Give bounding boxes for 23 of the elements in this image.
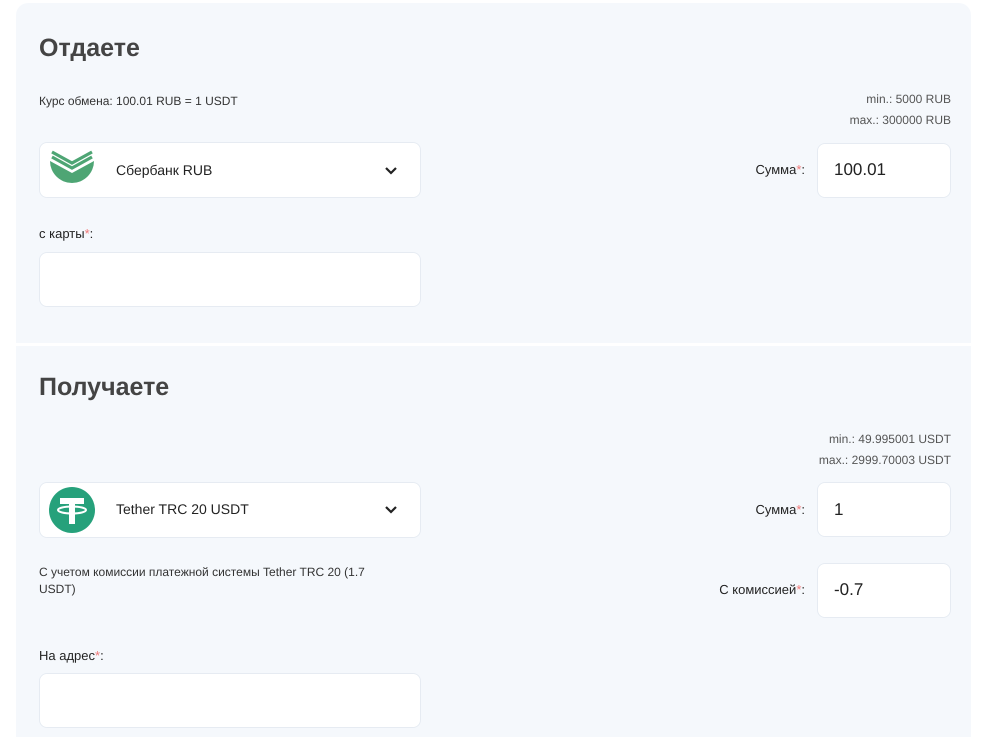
limit-text: min.: 49.995001 USDT [828, 430, 951, 448]
commission-note: С учетом комиссии платежной системы Tether TRC 20 (1.7 USDT) [39, 564, 366, 598]
limit-text: max.: 2999.70003 USDT [818, 452, 951, 468]
currency-select[interactable]: Tether TRC 20 USDT [39, 482, 421, 538]
field-label: Сумма*: [755, 500, 805, 519]
chevron-down-icon [384, 505, 398, 514]
chevron-down-icon [384, 166, 398, 174]
limit-text: min.: 5000 RUB [866, 91, 951, 108]
section-heading: Получаете [39, 372, 170, 402]
amount-field[interactable]: 1 [817, 482, 951, 537]
field-label: с карты*: [39, 225, 94, 243]
field-label: С комиссией*: [719, 581, 805, 600]
currency-select[interactable]: Сбербанк RUB [39, 142, 421, 198]
section-heading: Отдаете [39, 33, 141, 64]
field-label: Сумма*: [755, 161, 805, 180]
input-field[interactable] [39, 252, 421, 306]
amount-field[interactable]: -0.7 [817, 562, 951, 618]
field-label: На адрес*: [39, 646, 105, 665]
amount-field[interactable]: 100.01 [817, 142, 951, 198]
limit-text: max.: 300000 RUB [850, 112, 951, 129]
exchange-rate: Курс обмена: 100.01 RUB = 1 USDT [39, 93, 238, 110]
input-field[interactable] [39, 673, 421, 728]
tether-logo-icon [49, 486, 95, 532]
